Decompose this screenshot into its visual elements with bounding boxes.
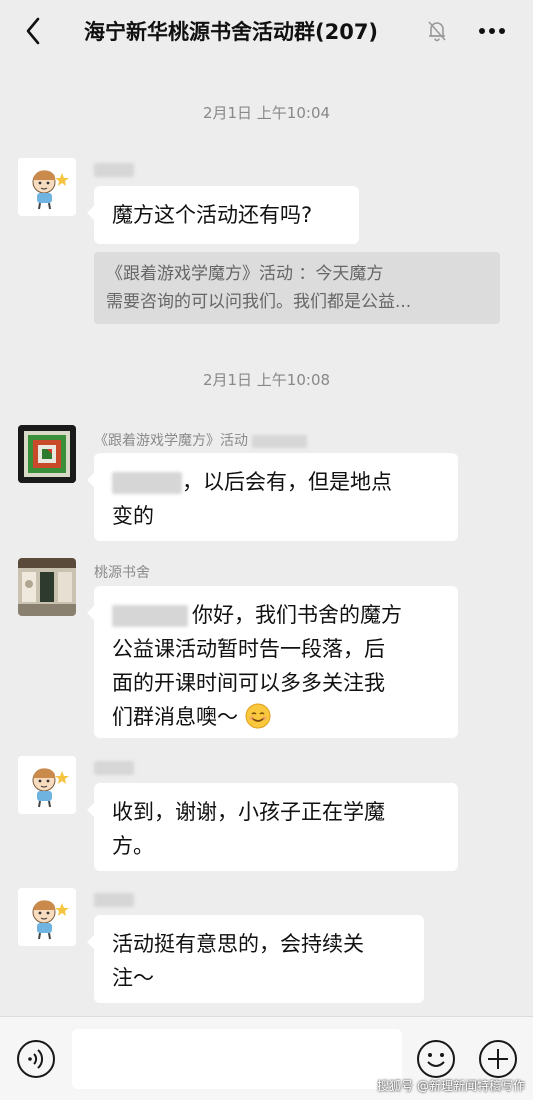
message-text: 收到，谢谢，小孩子正在学魔 [112,800,385,824]
message-text: 注～ [112,966,154,990]
child-cartoon-avatar [18,888,76,946]
redacted-mention [112,472,182,494]
timestamp: 2月1日 上午10:04 [202,104,331,122]
message-bubble[interactable]: 收到，谢谢，小孩子正在学魔 方。 [87,783,458,871]
message-text: 面的开课时间可以多多关注我 [112,671,385,695]
emoji-button[interactable] [416,1039,456,1079]
redacted-name [94,163,134,177]
timestamp: 2月1日 上午10:08 [202,371,331,389]
avatar[interactable] [18,558,76,616]
message-text: 魔方这个活动还有吗? [112,203,313,227]
redacted-name [94,893,134,907]
watermark: 搜狐号 @新理新闻特稿写作 [377,1079,525,1093]
sender-name [94,760,134,776]
redacted-name [252,434,308,448]
voice-icon [17,1040,55,1078]
plus-icon [479,1040,517,1078]
bookstore-avatar [18,558,76,616]
quote-line: 《跟着游戏学魔方》活动 ：今天魔方 [106,264,384,284]
message-bubble[interactable]: 活动挺有意思的，会持续关 注～ [87,915,424,1003]
back-button[interactable] [18,14,48,48]
chat-header: 海宁新华桃源书舍活动群(207) [0,0,533,62]
avatar[interactable] [18,158,76,216]
chat-title: 海宁新华桃源书舍活动群(207) [84,20,379,44]
more-button[interactable] [474,16,510,46]
sender-name [94,892,134,908]
message-text: 你好，我们书舍的魔方 [192,603,402,627]
input-bar: 搜狐号 @新理新闻特稿写作 [0,1016,533,1100]
message-bubble[interactable]: 你好，我们书舍的魔方 公益课活动暂时告一段落，后 面的开课时间可以多多关注我 们… [87,586,458,738]
sender-name [94,162,134,178]
message-text: 活动挺有意思的，会持续关 [112,932,364,956]
child-cartoon-avatar [18,158,76,216]
sender-name: 桃源书舍 [94,565,150,581]
message-text: ，以后会有，但是地点 [182,470,392,494]
message-text: 们群消息噢～ [112,705,238,729]
emoji-icon [417,1040,455,1078]
quoted-message[interactable]: 《跟着游戏学魔方》活动 ：今天魔方 需要咨询的可以问我们。我们都是公益... [94,252,500,324]
sender-name: 《跟着游戏学魔方》活动 [94,430,308,450]
avatar[interactable] [18,756,76,814]
redacted-mention [112,605,188,627]
message-text: 公益课活动暂时告一段落，后 [112,637,385,661]
message-text: 方。 [112,834,154,858]
child-cartoon-avatar [18,756,76,814]
voice-button[interactable] [16,1039,56,1079]
avatar[interactable] [18,425,76,483]
more-actions-button[interactable] [478,1039,518,1079]
chevron-left-icon [26,17,40,45]
avatar[interactable] [18,888,76,946]
message-input[interactable] [72,1029,402,1089]
message-bubble[interactable]: 魔方这个活动还有吗? [87,186,359,244]
quote-line: 需要咨询的可以问我们。我们都是公益... [106,292,412,312]
message-text: 变的 [112,504,154,528]
more-dots-icon [479,28,505,34]
message-bubble[interactable]: ，以后会有，但是地点 变的 [87,453,458,541]
bell-off-icon [426,19,448,43]
redacted-name [94,761,134,775]
rubiks-cube-avatar [18,425,76,483]
smile-emoji-icon [245,703,271,729]
